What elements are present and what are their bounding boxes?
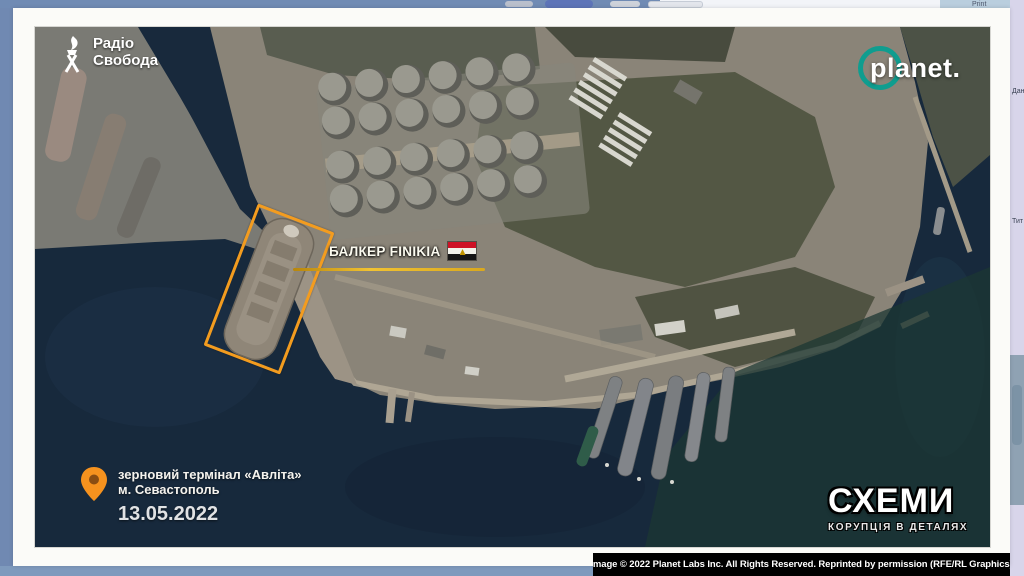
location-pin-icon <box>81 467 107 501</box>
radio-svoboda-logo: Радіо Свобода <box>59 35 158 73</box>
source-logo-line2: Свобода <box>93 52 158 69</box>
callout-underline <box>293 268 485 271</box>
schemy-title: СХЕМИ <box>828 482 978 521</box>
right-strip-text-fragment: Дан <box>1012 88 1024 95</box>
background-toolbar-item <box>648 1 703 8</box>
graphic-card: Радіо Свобода planet. БАЛКЕР FINIKIA <box>13 8 1010 566</box>
location-date: 13.05.2022 <box>118 503 302 526</box>
copyright-bar: Image © 2022 Planet Labs Inc. All Rights… <box>593 553 1010 576</box>
location-line1: зерновий термінал «Авліта» <box>118 467 302 482</box>
egypt-flag-icon <box>447 241 477 261</box>
schemy-subtitle: КОРУПЦІЯ В ДЕТАЛЯХ <box>828 522 978 533</box>
ship-callout: БАЛКЕР FINIKIA <box>293 241 489 273</box>
background-page-right-strip: Дан Тит <box>1010 0 1024 576</box>
background-toolbar-item <box>610 1 640 7</box>
source-logo-line1: Радіо <box>93 35 158 52</box>
right-strip-image-edge <box>1010 355 1024 505</box>
schemy-watermark: СХЕМИ КОРУПЦІЯ В ДЕТАЛЯХ <box>828 482 978 533</box>
right-strip-text-fragment: Тит <box>1012 218 1024 225</box>
background-toolbar-item <box>505 1 533 7</box>
ship-label: БАЛКЕР FINIKIA <box>329 244 441 259</box>
planet-logo: planet. <box>850 42 990 98</box>
satellite-image: Радіо Свобода planet. БАЛКЕР FINIKIA <box>35 27 990 547</box>
location-line2: м. Севастополь <box>118 482 302 497</box>
background-page-left-strip <box>0 8 13 566</box>
background-toolbar-button[interactable] <box>545 0 593 8</box>
torch-icon <box>59 35 85 73</box>
planet-logo-text: planet. <box>870 53 961 84</box>
location-callout: зерновий термінал «Авліта» м. Севастопол… <box>81 467 302 526</box>
print-button[interactable]: Print <box>972 1 986 8</box>
